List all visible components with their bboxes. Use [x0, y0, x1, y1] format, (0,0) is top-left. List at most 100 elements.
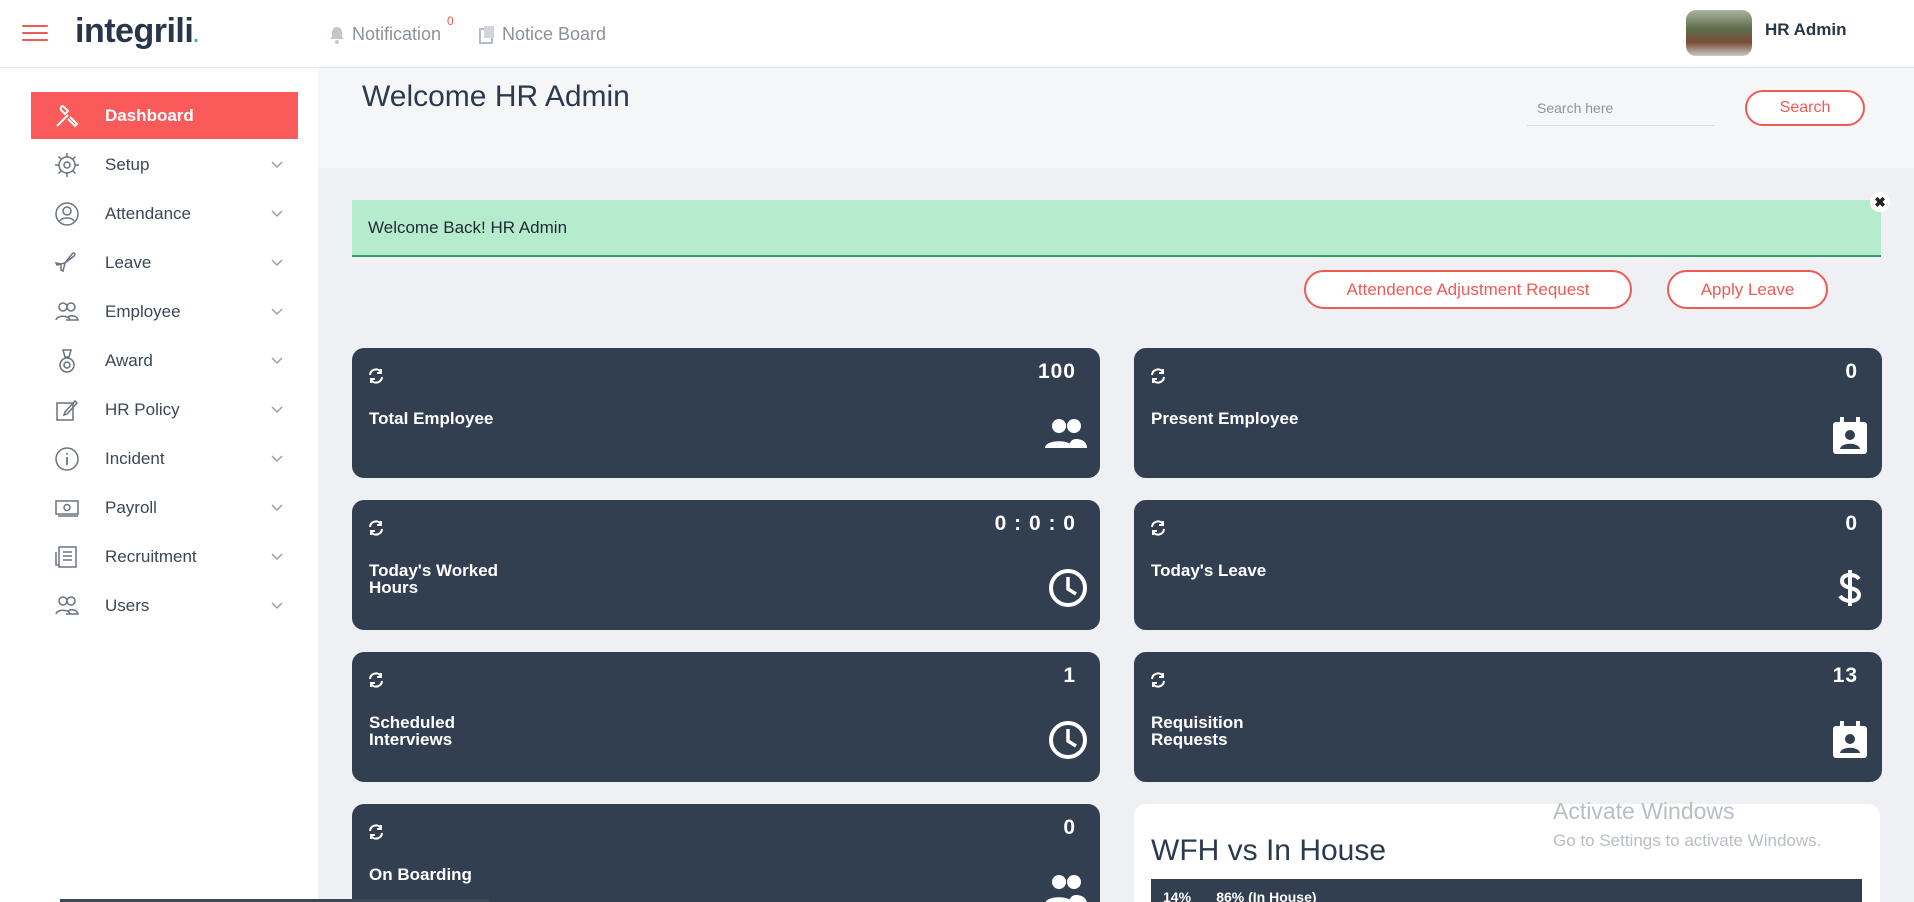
card-label: Today's Worked Hours	[369, 561, 499, 597]
edit-icon	[51, 397, 83, 423]
chevron-down-icon	[268, 405, 286, 414]
card-value: 0	[1845, 360, 1858, 383]
refresh-icon[interactable]	[1150, 520, 1166, 536]
money-icon	[51, 495, 83, 521]
welcome-alert: Welcome Back! HR Admin	[352, 200, 1881, 257]
clipboard-icon	[479, 25, 494, 44]
apply-leave-button[interactable]: Apply Leave	[1667, 270, 1828, 309]
card-label: Scheduled Interviews	[369, 713, 455, 749]
sidebar-item-employee[interactable]: Employee	[31, 288, 298, 335]
chevron-down-icon	[268, 503, 286, 512]
sidebar-item-label: Dashboard	[105, 105, 194, 125]
panel-title: WFH vs In House	[1151, 834, 1387, 867]
sidebar: Dashboard Setup Attendance Leave Employe…	[0, 68, 318, 902]
card-label: On Boarding	[369, 865, 472, 884]
refresh-icon[interactable]	[1150, 672, 1166, 688]
info-icon	[51, 446, 83, 472]
card-value: 13	[1832, 664, 1858, 687]
users-icon	[1045, 419, 1087, 448]
notice-board-label: Notice Board	[502, 24, 607, 44]
contact-calendar-icon	[1833, 721, 1867, 758]
sidebar-item-label: Award	[105, 350, 153, 370]
top-bar: integrili. Notification 0 Notice Board H…	[0, 0, 1914, 68]
notice-board-link[interactable]: Notice Board	[478, 24, 606, 45]
chevron-down-icon	[268, 307, 286, 316]
card-value: 0	[1063, 816, 1076, 839]
chevron-down-icon	[268, 601, 286, 610]
wfh-vs-inhouse-panel: WFH vs In House 14% (WFH) 86% (In House)	[1134, 804, 1880, 902]
sidebar-item-label: Payroll	[105, 497, 157, 517]
sidebar-item-leave[interactable]: Leave	[31, 239, 298, 286]
sidebar-item-label: Leave	[105, 252, 152, 272]
gear-icon	[51, 152, 83, 178]
chevron-down-icon	[268, 160, 286, 169]
page-title: Welcome HR Admin	[362, 80, 630, 113]
sidebar-item-payroll[interactable]: Payroll	[31, 484, 298, 531]
activation-watermark-title: Activate Windows	[1553, 798, 1735, 824]
alert-message: Welcome Back! HR Admin	[368, 217, 568, 237]
sidebar-item-award[interactable]: Award	[31, 337, 298, 384]
close-icon[interactable]: ✖	[1870, 192, 1890, 212]
hamburger-menu-icon[interactable]	[22, 25, 48, 43]
chevron-down-icon	[268, 258, 286, 267]
card-label: Requisition Requests	[1151, 713, 1244, 749]
card-worked-hours[interactable]: 0 : 0 : 0 Today's Worked Hours	[352, 500, 1100, 630]
sidebar-item-dashboard[interactable]: Dashboard	[31, 92, 298, 139]
sidebar-item-incident[interactable]: Incident	[31, 435, 298, 482]
avatar[interactable]	[1686, 10, 1752, 56]
sidebar-item-label: Setup	[105, 154, 150, 174]
refresh-icon[interactable]	[368, 520, 384, 536]
search-button[interactable]: Search	[1745, 90, 1865, 126]
card-value: 0	[1845, 512, 1858, 535]
card-value: 100	[1037, 360, 1076, 383]
sidebar-item-label: Recruitment	[105, 546, 197, 566]
app-logo[interactable]: integrili.	[75, 12, 199, 51]
card-present-employee[interactable]: 0 Present Employee	[1134, 348, 1882, 478]
clock-icon	[1049, 721, 1087, 759]
tools-icon	[51, 103, 83, 129]
card-label: Total Employee	[369, 409, 494, 428]
chevron-down-icon	[268, 356, 286, 365]
sidebar-item-label: Attendance	[105, 203, 192, 223]
users-icon	[1045, 875, 1087, 902]
wfh-ratio-bar: 14% (WFH) 86% (In House)	[1151, 879, 1862, 902]
refresh-icon[interactable]	[368, 368, 384, 384]
plane-icon	[51, 250, 83, 276]
sidebar-item-recruitment[interactable]: Recruitment	[31, 533, 298, 580]
contact-calendar-icon	[1833, 417, 1867, 454]
inhouse-segment: 86% (In House)	[1216, 889, 1317, 902]
sidebar-item-label: Incident	[105, 448, 165, 468]
sidebar-item-attendance[interactable]: Attendance	[31, 190, 298, 237]
sidebar-item-hr-policy[interactable]: HR Policy	[31, 386, 298, 433]
card-scheduled-interviews[interactable]: 1 Scheduled Interviews	[352, 652, 1100, 782]
sidebar-item-setup[interactable]: Setup	[31, 141, 298, 188]
card-requisition-requests[interactable]: 13 Requisition Requests	[1134, 652, 1882, 782]
medal-icon	[51, 348, 83, 374]
chevron-down-icon	[268, 454, 286, 463]
sidebar-item-users[interactable]: Users	[31, 582, 298, 629]
sidebar-item-label: Employee	[105, 301, 181, 321]
user-circle-icon	[51, 201, 83, 227]
card-label: Present Employee	[1151, 409, 1299, 428]
bell-icon	[330, 26, 344, 44]
notification-link[interactable]: Notification	[328, 24, 441, 45]
dollar-icon	[1838, 570, 1862, 606]
chevron-down-icon	[268, 209, 286, 218]
search-input[interactable]	[1527, 90, 1715, 126]
card-on-boarding[interactable]: 0 On Boarding	[352, 804, 1100, 902]
wfh-segment: 14% (WFH)	[1163, 889, 1192, 902]
card-total-employee[interactable]: 100 Total Employee	[352, 348, 1100, 478]
refresh-icon[interactable]	[368, 672, 384, 688]
card-value: 0 : 0 : 0	[994, 512, 1076, 535]
refresh-icon[interactable]	[368, 824, 384, 840]
attendance-adjustment-button[interactable]: Attendence Adjustment Request	[1304, 270, 1632, 309]
user-name[interactable]: HR Admin	[1765, 20, 1847, 40]
activation-watermark-subtitle: Go to Settings to activate Windows.	[1553, 831, 1822, 850]
users-icon	[51, 593, 83, 619]
chevron-down-icon	[268, 552, 286, 561]
users-icon	[51, 299, 83, 325]
sidebar-item-label: HR Policy	[105, 399, 180, 419]
card-todays-leave[interactable]: 0 Today's Leave	[1134, 500, 1882, 630]
card-value: 1	[1063, 664, 1076, 687]
refresh-icon[interactable]	[1150, 368, 1166, 384]
